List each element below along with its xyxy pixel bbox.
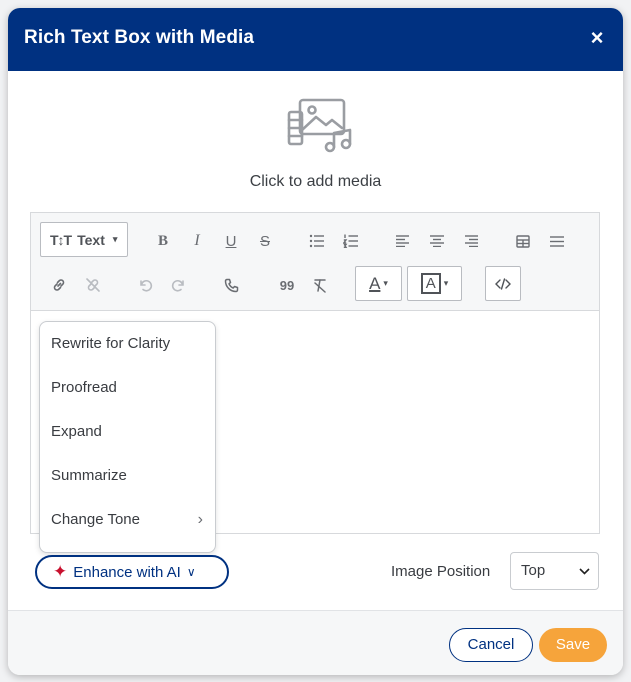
chevron-down-icon: ∨ [186,565,196,579]
align-left-icon[interactable] [389,227,417,255]
close-button[interactable]: × [585,26,609,50]
highlight-color-letter: A [420,273,441,294]
menu-item-label: Change Tone [51,511,140,528]
add-media-area[interactable]: Click to add media [8,93,623,193]
menu-item-change-tone[interactable]: Change Tone › [40,498,215,542]
align-center-icon[interactable] [423,227,451,255]
justify-icon[interactable] [543,227,571,255]
image-position-value: Top [521,562,546,579]
link-icon[interactable] [45,271,73,299]
text-format-label: Text [77,231,105,248]
chevron-right-icon: › [197,511,203,528]
underline-icon[interactable]: U [217,227,245,255]
menu-item-label: Rewrite for Clarity [51,335,171,352]
menu-item-label: Proofread [51,379,117,396]
font-color-letter: A [369,273,381,293]
redo-icon[interactable] [165,271,193,299]
add-media-label[interactable]: Click to add media [8,173,623,191]
menu-item-summarize[interactable]: Summarize [40,454,215,498]
bold-icon[interactable]: B [149,227,177,255]
dialog-header: Rich Text Box with Media × [8,8,623,71]
strikethrough-icon[interactable]: S [251,227,279,255]
clear-format-icon[interactable] [307,271,335,299]
image-position-select[interactable]: Top [510,552,599,590]
numbered-list-icon[interactable] [337,227,365,255]
undo-icon[interactable] [131,271,159,299]
menu-item-rewrite-for-clarity[interactable]: Rewrite for Clarity [40,322,215,366]
phone-icon[interactable] [217,271,245,299]
menu-item-expand[interactable]: Expand [40,410,215,454]
media-image-music-icon[interactable] [286,97,354,160]
text-format-dropdown[interactable]: T↕T Text ▾ [40,222,128,257]
text-size-icon: T↕T [50,231,72,248]
rich-text-media-dialog: Rich Text Box with Media × Click to add … [8,8,623,675]
menu-item-proofread[interactable]: Proofread [40,366,215,410]
source-code-icon[interactable] [485,266,521,301]
enhance-label: Enhance with AI [73,563,181,581]
ai-actions-menu: Rewrite for Clarity Proofread Expand Sum… [39,321,216,553]
unlink-icon[interactable] [79,271,107,299]
save-button[interactable]: Save [539,628,607,662]
sparkle-icon: ✦ [53,562,68,581]
quote-icon[interactable]: 99 [273,271,301,299]
font-color-icon[interactable]: A ▾ [355,266,402,301]
menu-item-label: Expand [51,423,102,440]
chevron-down-icon [579,553,590,604]
menu-item-label: Summarize [51,467,127,484]
caret-down-icon: ▾ [383,278,388,288]
cancel-button[interactable]: Cancel [449,628,533,662]
italic-icon[interactable]: I [183,227,211,255]
image-position-label: Image Position [391,563,491,580]
dialog-footer: Cancel Save [8,610,623,675]
caret-down-icon: ▾ [112,234,118,244]
table-icon[interactable] [509,227,537,255]
caret-down-icon: ▾ [443,278,449,288]
enhance-with-ai-button[interactable]: ✦ Enhance with AI ∨ [35,555,229,589]
editor-toolbar: T↕T Text ▾ B I U S 99 A ▾ A ▾ [31,213,599,311]
align-right-icon[interactable] [457,227,485,255]
dialog-title: Rich Text Box with Media [24,27,255,48]
bulleted-list-icon[interactable] [303,227,331,255]
highlight-color-icon[interactable]: A ▾ [407,266,462,301]
